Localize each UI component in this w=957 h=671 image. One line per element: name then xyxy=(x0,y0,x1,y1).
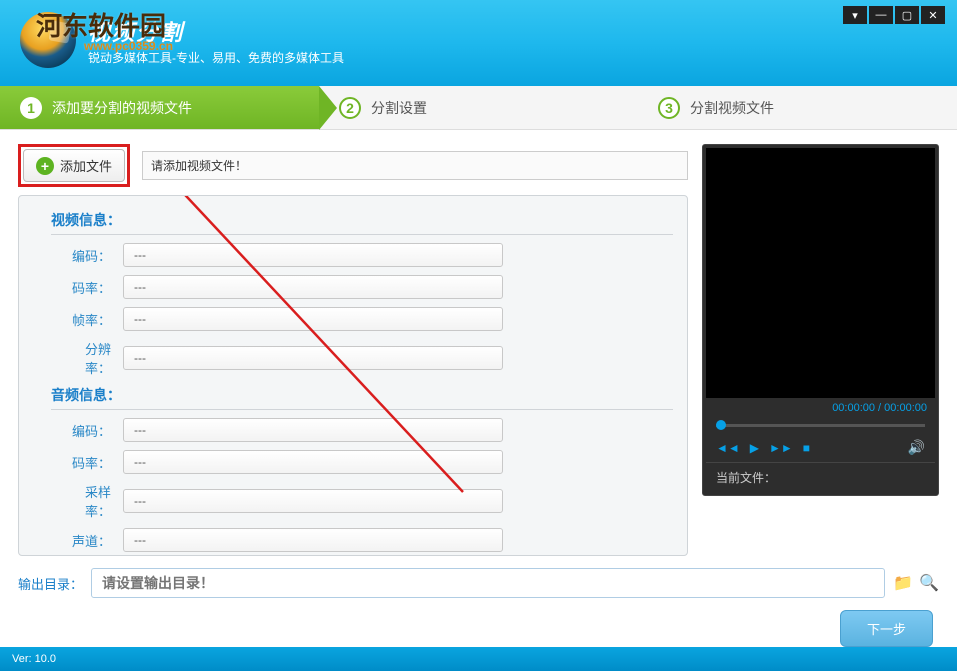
step-3[interactable]: 3 分割视频文件 xyxy=(638,86,957,129)
minimize-button[interactable]: — xyxy=(869,6,893,24)
app-subtitle: 锐动多媒体工具-专业、易用、免费的多媒体工具 xyxy=(88,49,344,66)
field-video-bitrate: 码率：--- xyxy=(63,275,673,299)
stop-button[interactable]: ■ xyxy=(803,441,810,455)
current-file-row: 当前文件： xyxy=(706,462,935,492)
video-info-title: 视频信息： xyxy=(51,210,673,235)
seek-thumb[interactable] xyxy=(716,420,726,430)
plus-icon: + xyxy=(36,157,54,175)
step-2[interactable]: 2 分割设置 xyxy=(319,86,638,129)
field-video-resolution: 分辨率：--- xyxy=(63,339,673,377)
output-dir-input[interactable] xyxy=(91,568,885,598)
close-button[interactable]: ✕ xyxy=(921,6,945,24)
app-title: 视频分割 xyxy=(88,15,344,47)
field-audio-codec: 编码：--- xyxy=(63,418,673,442)
version-label: Ver: 10.0 xyxy=(12,653,56,665)
footer: Ver: 10.0 xyxy=(0,647,957,671)
seek-bar[interactable] xyxy=(706,418,935,433)
add-file-button[interactable]: + 添加文件 xyxy=(23,149,125,182)
video-preview: 00:00:00 / 00:00:00 ◄◄ ▶ ►► ■ 🔊 当前文件： xyxy=(702,144,939,496)
prev-button[interactable]: ◄◄ xyxy=(716,441,740,455)
field-audio-samplerate: 采样率：--- xyxy=(63,482,673,520)
field-video-framerate: 帧率：--- xyxy=(63,307,673,331)
output-label: 输出目录： xyxy=(18,574,83,593)
info-panel: 视频信息： 编码：--- 码率：--- 帧率：--- 分辨率：--- 音频信息：… xyxy=(18,195,688,556)
settings-button[interactable]: ▾ xyxy=(843,6,867,24)
preview-screen xyxy=(706,148,935,398)
add-file-highlight: + 添加文件 xyxy=(18,144,130,187)
step-1[interactable]: 1 添加要分割的视频文件 xyxy=(0,86,319,129)
app-header: 视频分割 锐动多媒体工具-专业、易用、免费的多媒体工具 xyxy=(0,0,957,86)
field-video-codec: 编码：--- xyxy=(63,243,673,267)
window-controls: ▾ — ▢ ✕ xyxy=(843,6,945,24)
step-2-label: 分割设置 xyxy=(371,98,427,118)
browse-folder-icon[interactable]: 📁 xyxy=(893,573,913,593)
play-button[interactable]: ▶ xyxy=(750,441,759,455)
field-audio-bitrate: 码率：--- xyxy=(63,450,673,474)
maximize-button[interactable]: ▢ xyxy=(895,6,919,24)
step-1-label: 添加要分割的视频文件 xyxy=(52,98,192,118)
field-audio-channels: 声道：--- xyxy=(63,528,673,552)
next-button[interactable]: ►► xyxy=(769,441,793,455)
time-display: 00:00:00 / 00:00:00 xyxy=(706,398,935,418)
step-bar: 1 添加要分割的视频文件 2 分割设置 3 分割视频文件 xyxy=(0,86,957,130)
next-step-button[interactable]: 下一步 xyxy=(840,610,933,647)
audio-info-title: 音频信息： xyxy=(51,385,673,410)
search-icon[interactable]: 🔍 xyxy=(919,573,939,593)
volume-icon[interactable]: 🔊 xyxy=(908,439,925,455)
app-logo-icon xyxy=(20,12,76,68)
file-prompt: 请添加视频文件！ xyxy=(142,151,688,180)
step-3-label: 分割视频文件 xyxy=(690,98,774,118)
